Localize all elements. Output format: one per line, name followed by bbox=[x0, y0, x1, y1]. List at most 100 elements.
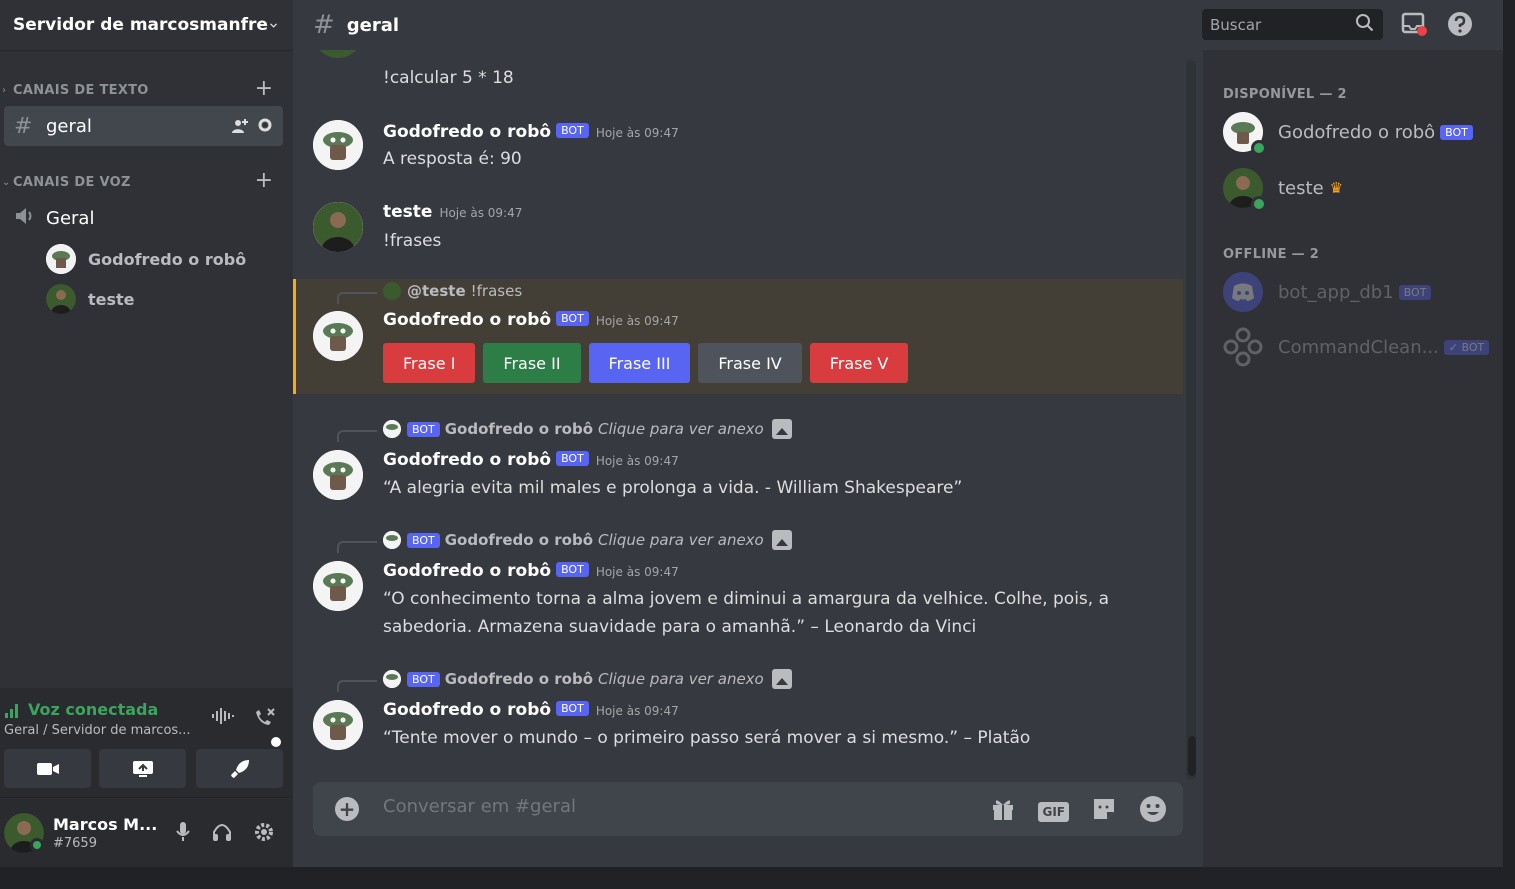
avatar bbox=[383, 670, 401, 688]
soundwave-icon[interactable] bbox=[211, 706, 235, 733]
help-icon[interactable] bbox=[1447, 11, 1473, 43]
online-group-header: DISPONÍVEL — 2 bbox=[1223, 87, 1347, 102]
chevron-down-icon[interactable] bbox=[268, 16, 279, 34]
avatar[interactable] bbox=[313, 311, 363, 361]
headphones-icon[interactable] bbox=[211, 821, 233, 848]
add-attachment-icon[interactable]: + bbox=[335, 797, 359, 821]
bot-badge: BOT bbox=[556, 562, 589, 577]
reply-author: Godofredo o robô bbox=[444, 420, 594, 438]
crown-icon: ♛ bbox=[1329, 179, 1344, 197]
avatar[interactable] bbox=[313, 700, 363, 750]
voice-user-teste[interactable]: teste bbox=[46, 282, 135, 316]
message-author[interactable]: Godofredo o robô bbox=[383, 700, 551, 720]
message-text: !frases bbox=[383, 231, 442, 251]
avatar[interactable] bbox=[313, 561, 363, 611]
avatar[interactable] bbox=[313, 120, 363, 170]
member-teste[interactable]: teste ♛ bbox=[1223, 166, 1344, 212]
invite-icon[interactable] bbox=[231, 117, 249, 139]
member-name: CommandClean... bbox=[1278, 336, 1439, 358]
message-input[interactable] bbox=[383, 796, 963, 817]
message-composer: + GIF bbox=[313, 782, 1183, 836]
window-edge bbox=[1503, 0, 1515, 867]
member-bot-app-db1[interactable]: bot_app_db1 BOT bbox=[1223, 270, 1432, 314]
gear-icon[interactable] bbox=[257, 117, 273, 139]
disconnect-icon[interactable] bbox=[253, 706, 277, 733]
message-author[interactable]: Godofredo o robô bbox=[383, 561, 551, 581]
chevron-icon: › bbox=[2, 84, 6, 96]
mic-icon[interactable] bbox=[175, 821, 191, 848]
server-header[interactable]: Servidor de marcosmanfre bbox=[0, 0, 293, 50]
category-text-channels[interactable]: › CANAIS DE TEXTO + bbox=[0, 78, 293, 102]
reply-preview[interactable]: @teste !frases bbox=[383, 282, 522, 300]
image-icon bbox=[771, 669, 792, 689]
current-username[interactable]: Marcos M... bbox=[53, 815, 157, 834]
screenshare-icon bbox=[132, 760, 153, 777]
voice-user-godofredo[interactable]: Godofredo o robô bbox=[46, 242, 246, 276]
bot-badge: BOT bbox=[556, 311, 589, 326]
voice-channel-geral[interactable]: Geral bbox=[4, 200, 283, 236]
voice-location[interactable]: Geral / Servidor de marcos... bbox=[4, 723, 191, 738]
frase-iv-button[interactable]: Frase IV bbox=[698, 343, 802, 383]
reply-text: !frases bbox=[470, 282, 523, 300]
add-channel-icon[interactable]: + bbox=[255, 170, 273, 192]
emoji-icon[interactable] bbox=[1139, 795, 1167, 829]
category-voice-channels[interactable]: ⌄ CANAIS DE VOZ + bbox=[0, 170, 293, 194]
message-text: “A alegria evita mil males e prolonga a … bbox=[383, 478, 963, 498]
avatar bbox=[1223, 112, 1267, 156]
scrollbar-thumb[interactable] bbox=[1188, 736, 1196, 776]
inbox-icon[interactable] bbox=[1401, 11, 1427, 43]
add-channel-icon[interactable]: + bbox=[255, 78, 273, 100]
bot-badge: BOT bbox=[556, 123, 589, 138]
reply-preview[interactable]: BOT Godofredo o robô Clique para ver ane… bbox=[383, 530, 792, 550]
scrollbar-track[interactable] bbox=[1186, 60, 1196, 780]
frase-iii-button[interactable]: Frase III bbox=[588, 343, 691, 383]
gear-icon[interactable] bbox=[253, 821, 275, 848]
bot-badge: BOT bbox=[407, 532, 440, 548]
member-godofredo[interactable]: Godofredo o robô BOT bbox=[1223, 110, 1473, 156]
gif-icon[interactable]: GIF bbox=[1038, 802, 1069, 822]
rocket-icon bbox=[230, 759, 249, 778]
sticker-icon[interactable] bbox=[1091, 796, 1117, 828]
message-author[interactable]: teste bbox=[383, 202, 432, 222]
notification-dot bbox=[271, 737, 281, 747]
reply-preview[interactable]: BOT Godofredo o robô Clique para ver ane… bbox=[383, 669, 792, 689]
avatar bbox=[1223, 327, 1263, 367]
camera-button[interactable] bbox=[4, 749, 91, 788]
avatar bbox=[46, 244, 76, 274]
search-box[interactable] bbox=[1202, 9, 1383, 40]
frase-ii-button[interactable]: Frase II bbox=[483, 343, 581, 383]
voice-status[interactable]: Voz conectada bbox=[4, 700, 158, 719]
avatar bbox=[46, 284, 76, 314]
image-icon bbox=[771, 419, 792, 439]
button-row: Frase I Frase II Frase III Frase IV Fras… bbox=[383, 343, 909, 383]
screenshare-button[interactable] bbox=[99, 749, 186, 788]
speaker-icon bbox=[14, 206, 46, 231]
member-name: bot_app_db1 bbox=[1278, 281, 1394, 303]
message-author[interactable]: Godofredo o robô bbox=[383, 310, 551, 330]
reply-preview[interactable]: BOT Godofredo o robô Clique para ver ane… bbox=[383, 419, 792, 439]
avatar bbox=[383, 282, 401, 300]
window-edge bbox=[0, 867, 1515, 889]
avatar[interactable] bbox=[313, 50, 363, 58]
gift-icon[interactable] bbox=[990, 796, 1016, 828]
frase-i-button[interactable]: Frase I bbox=[383, 343, 476, 383]
avatar[interactable] bbox=[313, 450, 363, 500]
message-text: “Tente mover o mundo – o primeiro passo … bbox=[383, 728, 1031, 748]
message-author[interactable]: Godofredo o robô bbox=[383, 122, 551, 142]
verified-bot-badge: ✓ BOT bbox=[1443, 339, 1490, 355]
message-timestamp: Hoje às 09:47 bbox=[595, 454, 679, 468]
activity-button[interactable] bbox=[196, 737, 283, 788]
server-name[interactable]: Servidor de marcosmanfre bbox=[13, 15, 268, 35]
online-status-dot bbox=[1251, 140, 1267, 156]
message-author[interactable]: Godofredo o robô bbox=[383, 450, 551, 470]
avatar bbox=[1223, 272, 1263, 312]
search-input[interactable] bbox=[1210, 15, 1350, 34]
user-panel: Marcos M... #7659 bbox=[0, 799, 293, 867]
member-commandclean[interactable]: CommandClean... ✓ BOT bbox=[1223, 325, 1490, 369]
frase-v-button[interactable]: Frase V bbox=[809, 343, 909, 383]
reply-text: Clique para ver anexo bbox=[598, 420, 764, 438]
channel-geral[interactable]: # geral bbox=[4, 106, 283, 146]
voice-channel-name: Geral bbox=[46, 207, 95, 229]
avatar[interactable] bbox=[313, 202, 363, 252]
member-name: Godofredo o robô bbox=[1278, 121, 1436, 143]
